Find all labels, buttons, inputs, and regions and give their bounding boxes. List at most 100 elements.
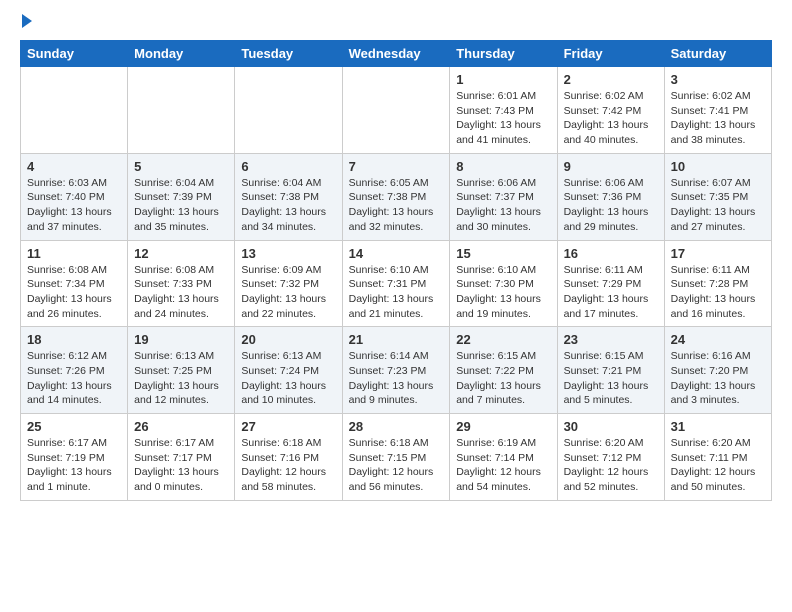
page-header (20, 16, 772, 28)
calendar-day-cell: 17 Sunrise: 6:11 AM Sunset: 7:28 PM Dayli… (664, 240, 771, 327)
day-info: Sunrise: 6:20 AM Sunset: 7:11 PM Dayligh… (671, 436, 765, 495)
day-number: 1 (456, 72, 550, 87)
calendar-day-cell: 4 Sunrise: 6:03 AM Sunset: 7:40 PM Daylig… (21, 153, 128, 240)
calendar-day-cell: 31 Sunrise: 6:20 AM Sunset: 7:11 PM Dayli… (664, 414, 771, 501)
calendar-day-cell: 12 Sunrise: 6:08 AM Sunset: 7:33 PM Dayli… (128, 240, 235, 327)
day-info: Sunrise: 6:15 AM Sunset: 7:22 PM Dayligh… (456, 349, 550, 408)
calendar-day-cell (21, 67, 128, 154)
calendar-day-cell: 26 Sunrise: 6:17 AM Sunset: 7:17 PM Dayli… (128, 414, 235, 501)
day-number: 10 (671, 159, 765, 174)
calendar-day-cell: 20 Sunrise: 6:13 AM Sunset: 7:24 PM Dayli… (235, 327, 342, 414)
day-number: 24 (671, 332, 765, 347)
calendar-day-cell: 15 Sunrise: 6:10 AM Sunset: 7:30 PM Dayli… (450, 240, 557, 327)
day-number: 3 (671, 72, 765, 87)
calendar-day-cell: 13 Sunrise: 6:09 AM Sunset: 7:32 PM Dayli… (235, 240, 342, 327)
calendar-day-cell: 28 Sunrise: 6:18 AM Sunset: 7:15 PM Dayli… (342, 414, 450, 501)
day-number: 5 (134, 159, 228, 174)
day-number: 21 (349, 332, 444, 347)
calendar-day-cell: 11Sunrise: 6:08 AM Sunset: 7:34 PM Dayli… (21, 240, 128, 327)
day-info: Sunrise: 6:11 AM Sunset: 7:29 PM Dayligh… (564, 263, 658, 322)
day-info: Sunrise: 6:13 AM Sunset: 7:25 PM Dayligh… (134, 349, 228, 408)
calendar-week-row: 1Sunrise: 6:01 AM Sunset: 7:43 PM Daylig… (21, 67, 772, 154)
day-info: Sunrise: 6:18 AM Sunset: 7:15 PM Dayligh… (349, 436, 444, 495)
day-number: 27 (241, 419, 335, 434)
day-info: Sunrise: 6:11 AM Sunset: 7:28 PM Dayligh… (671, 263, 765, 322)
day-number: 31 (671, 419, 765, 434)
calendar-day-cell: 14Sunrise: 6:10 AM Sunset: 7:31 PM Dayli… (342, 240, 450, 327)
day-number: 17 (671, 246, 765, 261)
day-number: 29 (456, 419, 550, 434)
day-info: Sunrise: 6:20 AM Sunset: 7:12 PM Dayligh… (564, 436, 658, 495)
day-info: Sunrise: 6:16 AM Sunset: 7:20 PM Dayligh… (671, 349, 765, 408)
logo-arrow-icon (22, 14, 32, 28)
day-number: 4 (27, 159, 121, 174)
calendar-day-cell: 30Sunrise: 6:20 AM Sunset: 7:12 PM Dayli… (557, 414, 664, 501)
day-of-week-header: Tuesday (235, 41, 342, 67)
calendar-day-cell: 6 Sunrise: 6:04 AM Sunset: 7:38 PM Daylig… (235, 153, 342, 240)
day-number: 2 (564, 72, 658, 87)
calendar-day-cell: 21 Sunrise: 6:14 AM Sunset: 7:23 PM Dayli… (342, 327, 450, 414)
day-info: Sunrise: 6:13 AM Sunset: 7:24 PM Dayligh… (241, 349, 335, 408)
day-info: Sunrise: 6:08 AM Sunset: 7:33 PM Dayligh… (134, 263, 228, 322)
day-info: Sunrise: 6:19 AM Sunset: 7:14 PM Dayligh… (456, 436, 550, 495)
day-info: Sunrise: 6:14 AM Sunset: 7:23 PM Dayligh… (349, 349, 444, 408)
calendar-day-cell: 3 Sunrise: 6:02 AM Sunset: 7:41 PM Daylig… (664, 67, 771, 154)
day-info: Sunrise: 6:03 AM Sunset: 7:40 PM Dayligh… (27, 176, 121, 235)
day-number: 28 (349, 419, 444, 434)
day-of-week-header: Sunday (21, 41, 128, 67)
day-number: 26 (134, 419, 228, 434)
calendar-week-row: 18 Sunrise: 6:12 AM Sunset: 7:26 PM Dayli… (21, 327, 772, 414)
day-info: Sunrise: 6:08 AM Sunset: 7:34 PM Dayligh… (27, 263, 121, 322)
calendar-header-row: SundayMondayTuesdayWednesdayThursdayFrid… (21, 41, 772, 67)
calendar-table: SundayMondayTuesdayWednesdayThursdayFrid… (20, 40, 772, 501)
calendar-day-cell: 22 Sunrise: 6:15 AM Sunset: 7:22 PM Dayli… (450, 327, 557, 414)
day-info: Sunrise: 6:17 AM Sunset: 7:17 PM Dayligh… (134, 436, 228, 495)
calendar-day-cell: 1Sunrise: 6:01 AM Sunset: 7:43 PM Daylig… (450, 67, 557, 154)
day-number: 18 (27, 332, 121, 347)
day-info: Sunrise: 6:07 AM Sunset: 7:35 PM Dayligh… (671, 176, 765, 235)
day-info: Sunrise: 6:04 AM Sunset: 7:38 PM Dayligh… (241, 176, 335, 235)
calendar-day-cell: 5 Sunrise: 6:04 AM Sunset: 7:39 PM Daylig… (128, 153, 235, 240)
day-info: Sunrise: 6:02 AM Sunset: 7:42 PM Dayligh… (564, 89, 658, 148)
calendar-day-cell: 7Sunrise: 6:05 AM Sunset: 7:38 PM Daylig… (342, 153, 450, 240)
day-number: 22 (456, 332, 550, 347)
day-of-week-header: Friday (557, 41, 664, 67)
day-number: 9 (564, 159, 658, 174)
calendar-week-row: 11Sunrise: 6:08 AM Sunset: 7:34 PM Dayli… (21, 240, 772, 327)
calendar-day-cell: 16 Sunrise: 6:11 AM Sunset: 7:29 PM Dayli… (557, 240, 664, 327)
day-info: Sunrise: 6:12 AM Sunset: 7:26 PM Dayligh… (27, 349, 121, 408)
calendar-week-row: 4 Sunrise: 6:03 AM Sunset: 7:40 PM Daylig… (21, 153, 772, 240)
day-info: Sunrise: 6:17 AM Sunset: 7:19 PM Dayligh… (27, 436, 121, 495)
day-of-week-header: Wednesday (342, 41, 450, 67)
calendar-day-cell: 2 Sunrise: 6:02 AM Sunset: 7:42 PM Daylig… (557, 67, 664, 154)
logo (20, 16, 32, 28)
day-info: Sunrise: 6:06 AM Sunset: 7:36 PM Dayligh… (564, 176, 658, 235)
day-number: 12 (134, 246, 228, 261)
calendar-day-cell: 23Sunrise: 6:15 AM Sunset: 7:21 PM Dayli… (557, 327, 664, 414)
calendar-day-cell (342, 67, 450, 154)
day-number: 6 (241, 159, 335, 174)
day-of-week-header: Saturday (664, 41, 771, 67)
day-number: 13 (241, 246, 335, 261)
day-info: Sunrise: 6:06 AM Sunset: 7:37 PM Dayligh… (456, 176, 550, 235)
day-info: Sunrise: 6:18 AM Sunset: 7:16 PM Dayligh… (241, 436, 335, 495)
day-info: Sunrise: 6:10 AM Sunset: 7:30 PM Dayligh… (456, 263, 550, 322)
calendar-week-row: 25 Sunrise: 6:17 AM Sunset: 7:19 PM Dayli… (21, 414, 772, 501)
day-info: Sunrise: 6:04 AM Sunset: 7:39 PM Dayligh… (134, 176, 228, 235)
day-info: Sunrise: 6:02 AM Sunset: 7:41 PM Dayligh… (671, 89, 765, 148)
calendar-day-cell: 19 Sunrise: 6:13 AM Sunset: 7:25 PM Dayli… (128, 327, 235, 414)
day-info: Sunrise: 6:15 AM Sunset: 7:21 PM Dayligh… (564, 349, 658, 408)
calendar-day-cell: 18 Sunrise: 6:12 AM Sunset: 7:26 PM Dayli… (21, 327, 128, 414)
day-number: 15 (456, 246, 550, 261)
calendar-day-cell: 10 Sunrise: 6:07 AM Sunset: 7:35 PM Dayli… (664, 153, 771, 240)
day-info: Sunrise: 6:09 AM Sunset: 7:32 PM Dayligh… (241, 263, 335, 322)
day-number: 19 (134, 332, 228, 347)
day-number: 20 (241, 332, 335, 347)
calendar-day-cell: 29 Sunrise: 6:19 AM Sunset: 7:14 PM Dayli… (450, 414, 557, 501)
calendar-day-cell (128, 67, 235, 154)
day-number: 7 (349, 159, 444, 174)
day-number: 16 (564, 246, 658, 261)
calendar-day-cell: 24 Sunrise: 6:16 AM Sunset: 7:20 PM Dayli… (664, 327, 771, 414)
day-of-week-header: Monday (128, 41, 235, 67)
day-number: 25 (27, 419, 121, 434)
